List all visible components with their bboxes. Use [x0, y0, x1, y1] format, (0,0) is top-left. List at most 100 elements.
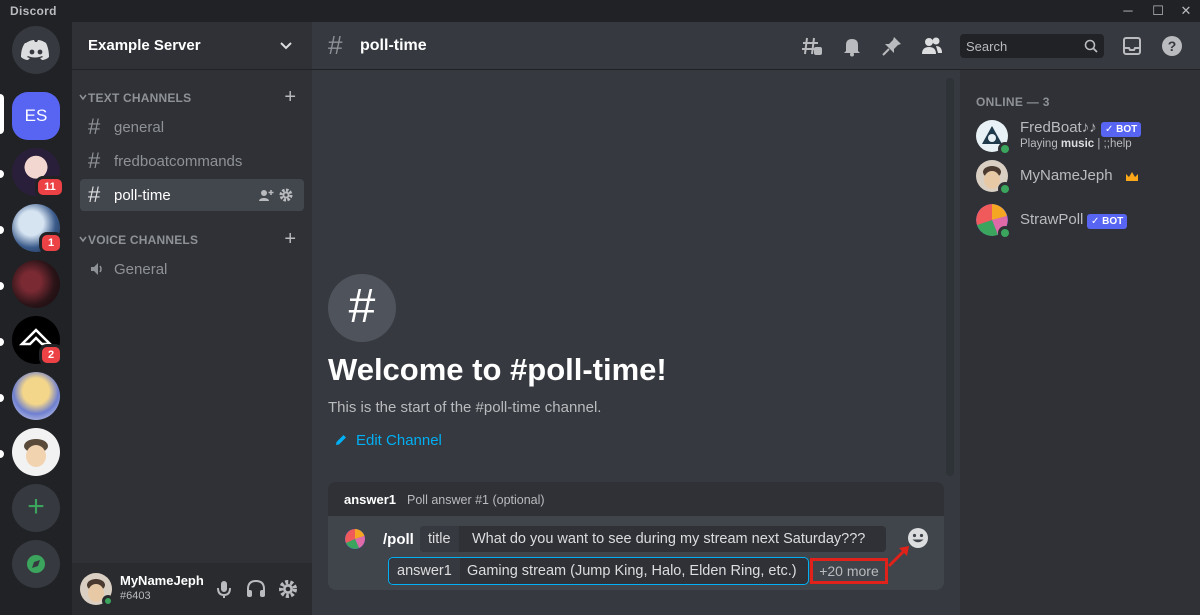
- user-panel: MyNameJeph #6403: [72, 563, 312, 615]
- window-titlebar: Discord ─ ☐ ✕: [0, 0, 1200, 22]
- channel-name: General: [114, 261, 168, 278]
- create-channel-button[interactable]: +: [284, 87, 296, 107]
- server-avatar-7[interactable]: [12, 428, 60, 476]
- server-avatar-6[interactable]: [12, 372, 60, 420]
- channel-name: general: [114, 119, 165, 136]
- member-name: FredBoat♪♪: [1020, 119, 1097, 136]
- channel-fredboatcommands[interactable]: # fredboatcommands: [80, 145, 304, 177]
- option-description: Poll answer #1 (optional): [407, 493, 545, 507]
- chevron-down-icon: [280, 42, 292, 50]
- user-tag: #6403: [120, 590, 151, 602]
- server-avatar-2[interactable]: 11: [12, 148, 65, 198]
- online-status-icon: [998, 182, 1012, 196]
- username: MyNameJeph: [120, 573, 204, 588]
- option-name: answer1: [344, 492, 397, 507]
- server-initials: ES: [12, 92, 60, 140]
- maximize-button[interactable]: ☐: [1144, 1, 1172, 21]
- welcome-title: Welcome to #poll-time!: [328, 352, 667, 387]
- category-text-channels[interactable]: TEXT CHANNELS +: [76, 87, 308, 108]
- option-chip-title[interactable]: title What do you want to see during my …: [420, 526, 886, 552]
- category-voice-channels[interactable]: VOICE CHANNELS +: [76, 229, 308, 250]
- plus-icon: +: [12, 484, 60, 532]
- chat-area: # poll-time Search ? # Welcome to #poll-…: [312, 22, 1200, 615]
- create-channel-button[interactable]: +: [284, 229, 296, 249]
- member-fredboat[interactable]: FredBoat♪♪ ✓ BOT Playing music | ;;help: [968, 114, 1192, 158]
- unread-pill: [0, 450, 4, 458]
- slash-command: /poll: [383, 531, 414, 548]
- pin-icon[interactable]: [881, 35, 903, 57]
- chevron-down-icon: [79, 236, 87, 243]
- server-rail: ES 11 1 2 +: [0, 22, 72, 615]
- inbox-icon[interactable]: [1121, 35, 1143, 57]
- more-options-button[interactable]: +20 more: [810, 558, 888, 584]
- member-activity: Playing music | ;;help: [1020, 138, 1132, 150]
- unread-pill: [0, 226, 4, 234]
- option-chip-answer1[interactable]: answer1 Gaming stream (Jump King, Halo, …: [388, 557, 809, 585]
- search-box[interactable]: Search: [960, 34, 1104, 58]
- channel-sidebar: Example Server TEXT CHANNELS + # general…: [72, 22, 312, 615]
- discord-logo-icon: [12, 26, 60, 74]
- invite-icon[interactable]: [258, 187, 274, 203]
- unread-pill: [0, 282, 4, 290]
- command-option-popup: answer1 Poll answer #1 (optional): [328, 482, 944, 516]
- option-value: Gaming stream (Jump King, Halo, Elden Ri…: [467, 563, 797, 579]
- channel-name: poll-time: [114, 187, 171, 204]
- search-placeholder: Search: [966, 39, 1008, 54]
- hash-icon: #: [88, 148, 101, 173]
- welcome-subtitle: This is the start of the #poll-time chan…: [328, 399, 602, 416]
- svg-text:?: ?: [1168, 38, 1177, 54]
- voice-channel-general[interactable]: General: [80, 253, 304, 285]
- unread-pill: [0, 170, 4, 178]
- hash-icon: #: [88, 182, 101, 207]
- add-server-button[interactable]: +: [12, 484, 60, 532]
- channel-poll-time[interactable]: # poll-time: [80, 179, 304, 211]
- option-value: What do you want to see during my stream…: [472, 531, 866, 547]
- chevron-down-icon: [79, 94, 87, 101]
- mention-badge: 11: [35, 176, 65, 198]
- members-icon[interactable]: [921, 35, 943, 57]
- crown-icon: [1126, 172, 1138, 181]
- server-name: Example Server: [88, 37, 201, 54]
- hash-icon: #: [328, 30, 343, 60]
- compass-icon: [12, 540, 60, 588]
- category-label: TEXT CHANNELS: [88, 91, 192, 105]
- member-strawpoll[interactable]: StrawPoll ✓ BOT: [968, 198, 1192, 242]
- mention-badge: 1: [39, 232, 63, 254]
- server-avatar-4[interactable]: [12, 260, 60, 308]
- edit-channel-label: Edit Channel: [356, 432, 442, 449]
- server-example-server[interactable]: ES: [12, 92, 60, 140]
- speaker-icon: [91, 263, 102, 275]
- strawpoll-app-icon: [345, 529, 365, 549]
- bell-icon[interactable]: [841, 35, 863, 57]
- member-list: ONLINE — 3 FredBoat♪♪ ✓ BOT Playing musi…: [960, 70, 1200, 615]
- emoji-icon[interactable]: [906, 526, 930, 550]
- help-icon[interactable]: ?: [1161, 35, 1183, 57]
- server-avatar-5[interactable]: 2: [12, 316, 63, 366]
- search-icon: [1084, 39, 1098, 53]
- scrollbar[interactable]: [946, 78, 954, 476]
- microphone-icon[interactable]: [212, 577, 236, 601]
- option-key: title: [420, 526, 459, 552]
- minimize-button[interactable]: ─: [1114, 1, 1142, 21]
- server-header[interactable]: Example Server: [72, 22, 312, 70]
- member-name: MyNameJeph: [1020, 167, 1113, 184]
- headphones-icon[interactable]: [244, 577, 268, 601]
- bot-badge: ✓ BOT: [1101, 122, 1142, 137]
- member-mynamejeph[interactable]: MyNameJeph: [968, 154, 1192, 198]
- unread-pill: [0, 394, 4, 402]
- close-button[interactable]: ✕: [1172, 1, 1200, 21]
- channel-general[interactable]: # general: [80, 111, 304, 143]
- bot-badge: ✓ BOT: [1087, 214, 1128, 229]
- home-button[interactable]: [12, 26, 60, 74]
- threads-icon[interactable]: [801, 35, 823, 57]
- channel-header: # poll-time Search ?: [312, 22, 1200, 70]
- gear-icon[interactable]: [278, 187, 294, 203]
- server-avatar-3[interactable]: 1: [12, 204, 63, 254]
- category-label: VOICE CHANNELS: [88, 233, 199, 247]
- explore-servers-button[interactable]: [12, 540, 60, 588]
- hash-icon: #: [88, 114, 101, 139]
- message-composer[interactable]: /poll title What do you want to see duri…: [328, 516, 944, 590]
- mention-badge: 2: [39, 344, 63, 366]
- member-list-heading: ONLINE — 3: [976, 95, 1050, 109]
- gear-icon[interactable]: [276, 577, 300, 601]
